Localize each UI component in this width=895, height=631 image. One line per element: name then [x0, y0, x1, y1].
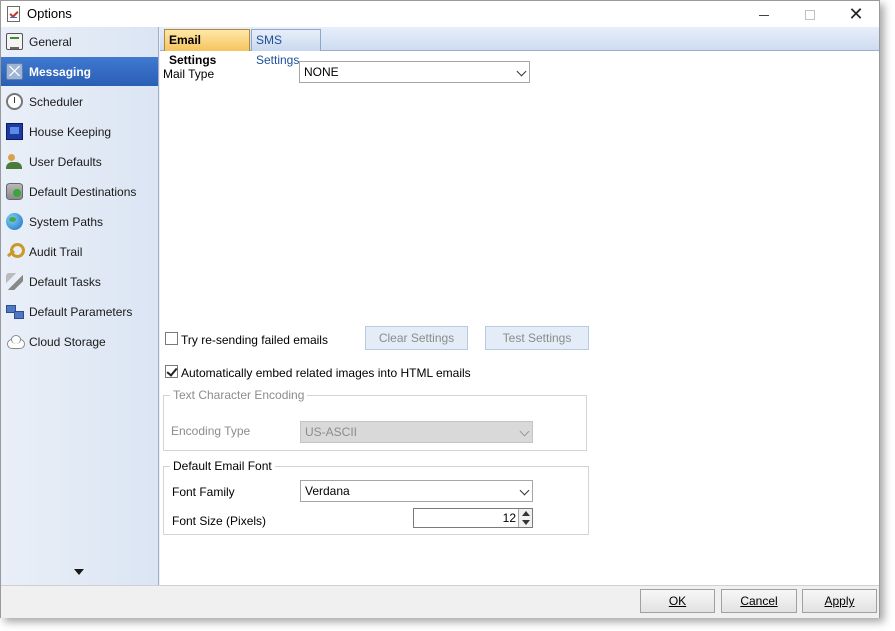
- embed-images-label: Automatically embed related images into …: [181, 366, 471, 380]
- default-email-font-group: Default Email Font Font Family Verdana F…: [163, 459, 589, 535]
- font-family-label: Font Family: [172, 485, 235, 499]
- text-encoding-group-label: Text Character Encoding: [170, 388, 308, 402]
- sidebar-item-general[interactable]: General: [1, 27, 158, 56]
- sidebar-item-audit-trail[interactable]: Audit Trail: [1, 237, 158, 266]
- sidebar-item-default-tasks[interactable]: Default Tasks: [1, 267, 158, 296]
- clear-settings-button[interactable]: Clear Settings: [365, 326, 468, 350]
- mail-type-label: Mail Type: [163, 67, 215, 81]
- retry-failed-emails-label: Try re-sending failed emails: [181, 333, 328, 347]
- tab-sms-settings[interactable]: SMS Settings: [251, 29, 321, 67]
- close-button[interactable]: ✕: [833, 1, 879, 27]
- sidebar-item-scheduler[interactable]: Scheduler: [1, 87, 158, 116]
- ok-button-label: OK: [668, 594, 687, 608]
- ok-button[interactable]: OK: [640, 589, 715, 613]
- font-size-value: 12: [502, 511, 516, 525]
- font-size-stepper[interactable]: 12: [413, 508, 533, 528]
- apply-button-label: Apply: [824, 594, 855, 608]
- spin-down-icon[interactable]: [522, 520, 530, 525]
- sidebar-item-label: Scheduler: [29, 95, 84, 109]
- retry-failed-emails-checkbox[interactable]: [165, 332, 178, 345]
- encoding-type-label: Encoding Type: [171, 424, 251, 438]
- chevron-down-icon: [519, 426, 530, 437]
- sidebar-item-label: General: [29, 35, 72, 49]
- sidebar-item-label: Default Parameters: [29, 305, 133, 319]
- text-encoding-group: Text Character Encoding Encoding Type US…: [163, 388, 587, 451]
- sidebar-item-default-destinations[interactable]: Default Destinations: [1, 177, 158, 206]
- chevron-down-icon: [519, 485, 530, 496]
- mail-type-value: NONE: [304, 65, 339, 79]
- test-settings-button[interactable]: Test Settings: [485, 326, 589, 350]
- dialog-footer: OK Cancel Apply: [1, 585, 879, 618]
- sidebar-item-system-paths[interactable]: System Paths: [1, 207, 158, 236]
- default-email-font-group-label: Default Email Font: [170, 459, 275, 473]
- sidebar-item-label: System Paths: [29, 215, 104, 229]
- sidebar-item-default-parameters[interactable]: Default Parameters: [1, 297, 158, 326]
- minimize-icon: [759, 14, 769, 16]
- monitor-icon: [6, 123, 23, 140]
- font-size-stepper-arrows[interactable]: [518, 509, 532, 527]
- network-icon: [6, 303, 24, 320]
- spin-up-icon[interactable]: [522, 511, 530, 516]
- general-icon: [6, 33, 23, 50]
- font-size-label: Font Size (Pixels): [172, 514, 267, 528]
- sidebar-scroll-down-icon[interactable]: [74, 569, 84, 575]
- encoding-type-value: US-ASCII: [305, 425, 358, 439]
- cancel-button[interactable]: Cancel: [721, 589, 797, 613]
- apply-button[interactable]: Apply: [802, 589, 877, 613]
- magnifier-icon: [6, 243, 25, 260]
- options-window: Options ✕ General Messaging Scheduler Ho…: [0, 0, 880, 618]
- sidebar-item-label: Cloud Storage: [29, 335, 106, 349]
- minimize-button[interactable]: [741, 1, 787, 27]
- sidebar-item-label: Default Destinations: [29, 185, 137, 199]
- maximize-icon: [805, 10, 815, 21]
- embed-images-checkbox[interactable]: [165, 365, 178, 378]
- font-family-value: Verdana: [305, 484, 350, 498]
- cancel-button-label: Cancel: [740, 594, 778, 608]
- chevron-down-icon: [516, 66, 527, 77]
- sidebar-item-label: User Defaults: [29, 155, 102, 169]
- title-bar: Options ✕: [1, 1, 879, 27]
- mail-type-select[interactable]: NONE: [299, 61, 530, 83]
- sidebar-item-label: Default Tasks: [29, 275, 101, 289]
- messaging-icon: [6, 63, 23, 80]
- encoding-type-select: US-ASCII: [300, 421, 533, 443]
- clock-icon: [6, 93, 23, 110]
- font-family-select[interactable]: Verdana: [300, 480, 533, 502]
- sidebar-item-messaging[interactable]: Messaging: [1, 57, 158, 86]
- sidebar-item-cloud-storage[interactable]: Cloud Storage: [1, 327, 158, 356]
- checklist-icon: [7, 6, 20, 22]
- users-icon: [6, 153, 23, 170]
- tab-email-settings[interactable]: Email Settings: [164, 29, 250, 67]
- maximize-button: [787, 1, 833, 27]
- sidebar-item-label: Messaging: [29, 65, 92, 79]
- sidebar-item-label: House Keeping: [29, 125, 112, 139]
- cloud-icon: [6, 333, 25, 350]
- window-title: Options: [27, 6, 72, 21]
- tab-bar: Email Settings SMS Settings: [160, 27, 879, 67]
- sidebar-item-label: Audit Trail: [29, 245, 83, 259]
- database-icon: [6, 183, 23, 200]
- sidebar: General Messaging Scheduler House Keepin…: [1, 27, 159, 585]
- close-icon: ✕: [848, 4, 864, 24]
- sidebar-item-user-defaults[interactable]: User Defaults: [1, 147, 158, 176]
- globe-icon: [6, 213, 23, 230]
- messaging-panel: Email Settings SMS Settings Mail Type NO…: [160, 27, 879, 585]
- tools-icon: [6, 273, 23, 290]
- sidebar-item-house-keeping[interactable]: House Keeping: [1, 117, 158, 146]
